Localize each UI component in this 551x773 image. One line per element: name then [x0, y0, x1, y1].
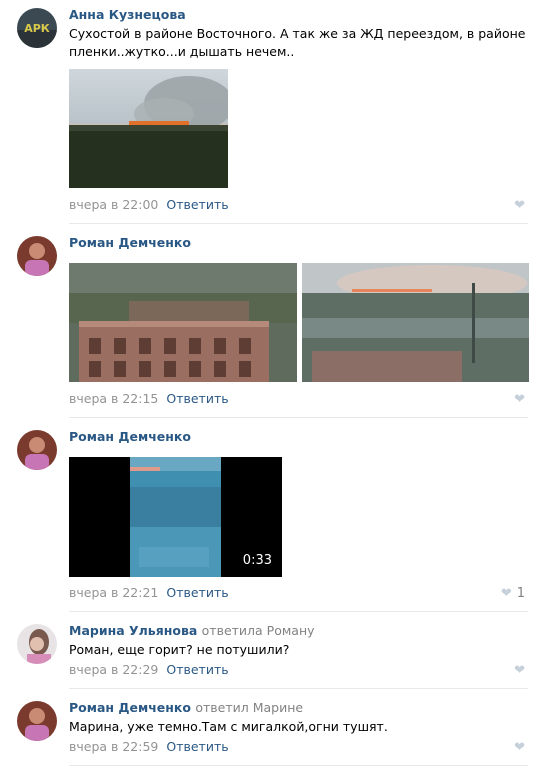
comment-time[interactable]: вчера в 22:59 [69, 739, 158, 754]
comment-meta: вчера в 22:29 Ответить [69, 662, 229, 677]
like-button[interactable]: ❤ [514, 663, 525, 678]
comment-photo[interactable] [69, 263, 297, 382]
comment-text: Роман, еще горит? не потушили? [69, 642, 290, 657]
comment-time[interactable]: вчера в 22:00 [69, 197, 158, 212]
smoke-photo [302, 263, 529, 382]
avatar[interactable] [17, 236, 57, 276]
avatar-logo-text: АРК [24, 22, 50, 35]
author-name[interactable]: Марина Ульянова [69, 623, 197, 638]
comment-author[interactable]: Марина Ульянова ответила Роману [69, 623, 315, 638]
comment-text: Сухостой в районе Восточного. А так же з… [69, 26, 526, 59]
comment-text: Марина, уже темно.Там с мигалкой,огни ту… [69, 719, 388, 734]
avatar-image [17, 236, 57, 276]
comment-time[interactable]: вчера в 22:15 [69, 391, 158, 406]
reply-button[interactable]: Ответить [166, 662, 228, 677]
author-name[interactable]: Анна Кузнецова [69, 7, 186, 22]
avatar-image [17, 701, 57, 741]
avatar[interactable] [17, 430, 57, 470]
reply-to[interactable]: ответила Роману [202, 623, 315, 638]
comment-author[interactable]: Роман Демченко ответил Марине [69, 700, 303, 715]
comment-meta: вчера в 22:15 Ответить [69, 391, 229, 406]
building-photo [69, 263, 297, 382]
video-duration: 0:33 [242, 553, 272, 568]
separator [69, 611, 528, 612]
comment-photo[interactable] [302, 263, 529, 382]
comment-time[interactable]: вчера в 22:21 [69, 585, 158, 600]
reply-to[interactable]: ответил Марине [195, 700, 303, 715]
reply-button[interactable]: Ответить [166, 197, 228, 212]
author-name[interactable]: Роман Демченко [69, 429, 191, 444]
separator [69, 417, 528, 418]
heart-icon: ❤ [514, 663, 525, 678]
comment-meta: вчера в 22:00 Ответить [69, 197, 229, 212]
avatar[interactable] [17, 701, 57, 741]
comment-author[interactable]: Роман Демченко [69, 235, 191, 250]
like-button[interactable]: ❤ [514, 392, 525, 407]
separator [69, 765, 528, 766]
fire-photo [69, 69, 228, 188]
reply-button[interactable]: Ответить [166, 391, 228, 406]
comment-meta: вчера в 22:59 Ответить [69, 739, 229, 754]
reply-button[interactable]: Ответить [166, 739, 228, 754]
comment-author[interactable]: Роман Демченко [69, 429, 191, 444]
heart-icon: ❤ [514, 740, 525, 755]
comment-author[interactable]: Анна Кузнецова [69, 7, 186, 22]
avatar-image: АРК [17, 8, 57, 48]
like-button[interactable]: ❤ 1 [501, 586, 525, 601]
separator [69, 223, 528, 224]
author-name[interactable]: Роман Демченко [69, 235, 191, 250]
comment-meta: вчера в 22:21 Ответить [69, 585, 229, 600]
like-count: 1 [516, 586, 525, 601]
like-button[interactable]: ❤ [514, 198, 525, 213]
separator [69, 688, 528, 689]
avatar-image [17, 430, 57, 470]
comment-time[interactable]: вчера в 22:29 [69, 662, 158, 677]
comment-photo[interactable] [69, 69, 228, 188]
heart-icon: ❤ [514, 392, 525, 407]
heart-icon: ❤ [514, 198, 525, 213]
video-thumbnail[interactable]: 0:33 [69, 457, 282, 577]
reply-button[interactable]: Ответить [166, 585, 228, 600]
avatar[interactable] [17, 624, 57, 664]
avatar-image [17, 624, 57, 664]
heart-icon: ❤ [500, 586, 512, 601]
avatar[interactable]: АРК [17, 8, 57, 48]
author-name[interactable]: Роман Демченко [69, 700, 191, 715]
like-button[interactable]: ❤ [514, 740, 525, 755]
